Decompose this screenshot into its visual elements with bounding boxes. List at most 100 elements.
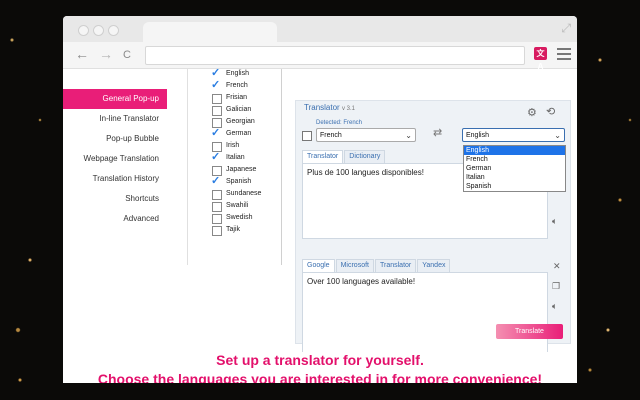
checkmark-icon[interactable]: ✓ [211,126,220,139]
copy-icon[interactable]: ❐ [552,281,560,292]
dropdown-option-english[interactable]: English [464,146,565,155]
caption-line-2: Choose the languages you are interested … [97,371,543,383]
target-language-select[interactable]: English ⌄ [462,128,565,142]
checkbox[interactable] [212,190,222,200]
language-option-english[interactable]: ✓ English [188,67,281,81]
checkbox[interactable] [212,226,222,236]
language-option-sundanese[interactable]: Sundanese [188,189,281,201]
language-label: Georgian [226,118,255,125]
sidebar-item-pop-up-bubble[interactable]: Pop-up Bubble [63,129,167,149]
target-language-value: English [466,132,489,139]
language-option-tajik[interactable]: Tajik [188,225,281,237]
language-option-swedish[interactable]: Swedish [188,213,281,225]
popup-title: Translator v 3.1 [304,103,355,112]
browser-tab[interactable] [143,22,277,42]
language-option-irish[interactable]: Irish [188,141,281,153]
language-list: ✓ English ✓ French Frisian Galician Georgian ✓ G… [187,67,282,265]
language-label: Irish [226,142,240,149]
service-tabs: Google Microsoft Translator Yandex [302,259,451,273]
language-label: Tajik [226,226,241,233]
window-maximize-dot[interactable] [108,25,119,36]
address-bar[interactable] [145,46,525,65]
tab-google[interactable]: Google [302,259,335,273]
swap-icon[interactable]: ⇄ [433,126,442,139]
detected-language: Detected: French [316,120,363,126]
checkbox[interactable] [212,106,222,116]
title-bar: ⤢ [63,16,577,42]
target-language-dropdown: English French German Italian Spanish [463,145,566,192]
dropdown-option-spanish[interactable]: Spanish [464,182,565,191]
result-text: Over 100 languages available! [307,277,416,286]
menu-icon[interactable] [557,46,571,63]
window-close-dot[interactable] [78,25,89,36]
tab-yandex[interactable]: Yandex [417,259,451,273]
chevron-down-icon: ⌄ [405,131,412,140]
settings-sidebar: General Pop-up In-line Translator Pop-up B… [63,69,167,229]
tab-microsoft[interactable]: Microsoft [335,259,374,273]
language-label: Spanish [226,178,252,185]
chevron-down-icon: ⌄ [554,131,561,140]
language-option-italian[interactable]: ✓ Italian [188,150,281,165]
dropdown-option-italian[interactable]: Italian [464,173,565,182]
reload-icon[interactable]: C [123,48,131,62]
language-label: French [226,82,248,89]
checkbox[interactable] [212,214,222,224]
auto-detect-checkbox[interactable] [302,131,312,141]
language-option-spanish[interactable]: ✓ Spanish [188,174,281,189]
browser-window: ⤢ ← → C 文A General Pop-up In-line Transla… [63,16,577,383]
sidebar-item-webpage-translation[interactable]: Webpage Translation [63,149,167,169]
version-label: v 3.1 [341,106,355,112]
history-icon[interactable]: ⟲ [546,105,555,118]
speaker-icon[interactable]: 🔈︎ [552,216,557,227]
checkbox[interactable] [212,202,222,212]
forward-icon[interactable]: → [99,47,113,61]
gear-icon[interactable]: ⚙ [527,106,537,119]
sidebar-item-advanced[interactable]: Advanced [63,209,167,229]
expand-icon[interactable]: ⤢ [561,21,571,36]
language-option-frisian[interactable]: Frisian [188,93,281,105]
language-option-georgian[interactable]: Georgian [188,117,281,129]
close-icon[interactable]: ✕ [553,261,561,272]
language-label: Italian [226,154,245,161]
language-label: Frisian [226,94,248,101]
translator-popup: Translator v 3.1 ⚙ ⟲ Detected: French Fr… [295,100,571,352]
dropdown-option-french[interactable]: French [464,155,565,164]
tab-translator[interactable]: Translator [302,150,344,164]
language-option-japanese[interactable]: Japanese [188,165,281,177]
language-label: German [226,130,252,137]
tab-translator[interactable]: Translator [374,259,417,273]
translate-button[interactable]: Translate [496,324,563,339]
extension-icon[interactable]: 文A [534,47,547,71]
sidebar-item-general-pop-up[interactable]: General Pop-up [63,89,167,109]
window-minimize-dot[interactable] [93,25,104,36]
result-text-area: Over 100 languages available! [302,272,548,352]
language-option-german[interactable]: ✓ German [188,126,281,141]
language-option-swahili[interactable]: Swahili [188,201,281,213]
language-label: Swedish [226,214,253,221]
language-label: Galician [226,106,252,113]
language-label: Sundanese [226,190,262,197]
dropdown-option-german[interactable]: German [464,164,565,173]
back-icon[interactable]: ← [75,47,89,61]
tab-dictionary[interactable]: Dictionary [344,150,386,164]
language-label: Swahili [226,202,249,209]
caption-line-1: Set up a translator for yourself. [216,352,424,368]
language-option-galician[interactable]: Galician [188,105,281,117]
language-option-french[interactable]: ✓ French [188,78,281,93]
source-tabs: Translator Dictionary [302,150,386,164]
source-language-value: French [320,132,342,139]
checkbox[interactable] [212,94,222,104]
language-label: English [226,70,249,77]
checkmark-icon[interactable]: ✓ [211,174,220,187]
source-language-select[interactable]: French ⌄ [316,128,416,142]
speaker-icon[interactable]: 🔈︎ [552,301,557,312]
browser-toolbar: ← → C 文A [63,42,577,71]
sidebar-item-translation-history[interactable]: Translation History [63,169,167,189]
checkmark-icon[interactable]: ✓ [211,150,220,163]
sidebar-item-in-line-translator[interactable]: In-line Translator [63,109,167,129]
options-page: General Pop-up In-line Translator Pop-up B… [63,67,577,383]
checkmark-icon[interactable]: ✓ [211,78,220,91]
language-label: Japanese [226,166,257,173]
source-text: Plus de 100 langues disponibles! [307,168,424,177]
sidebar-item-shortcuts[interactable]: Shortcuts [63,189,167,209]
